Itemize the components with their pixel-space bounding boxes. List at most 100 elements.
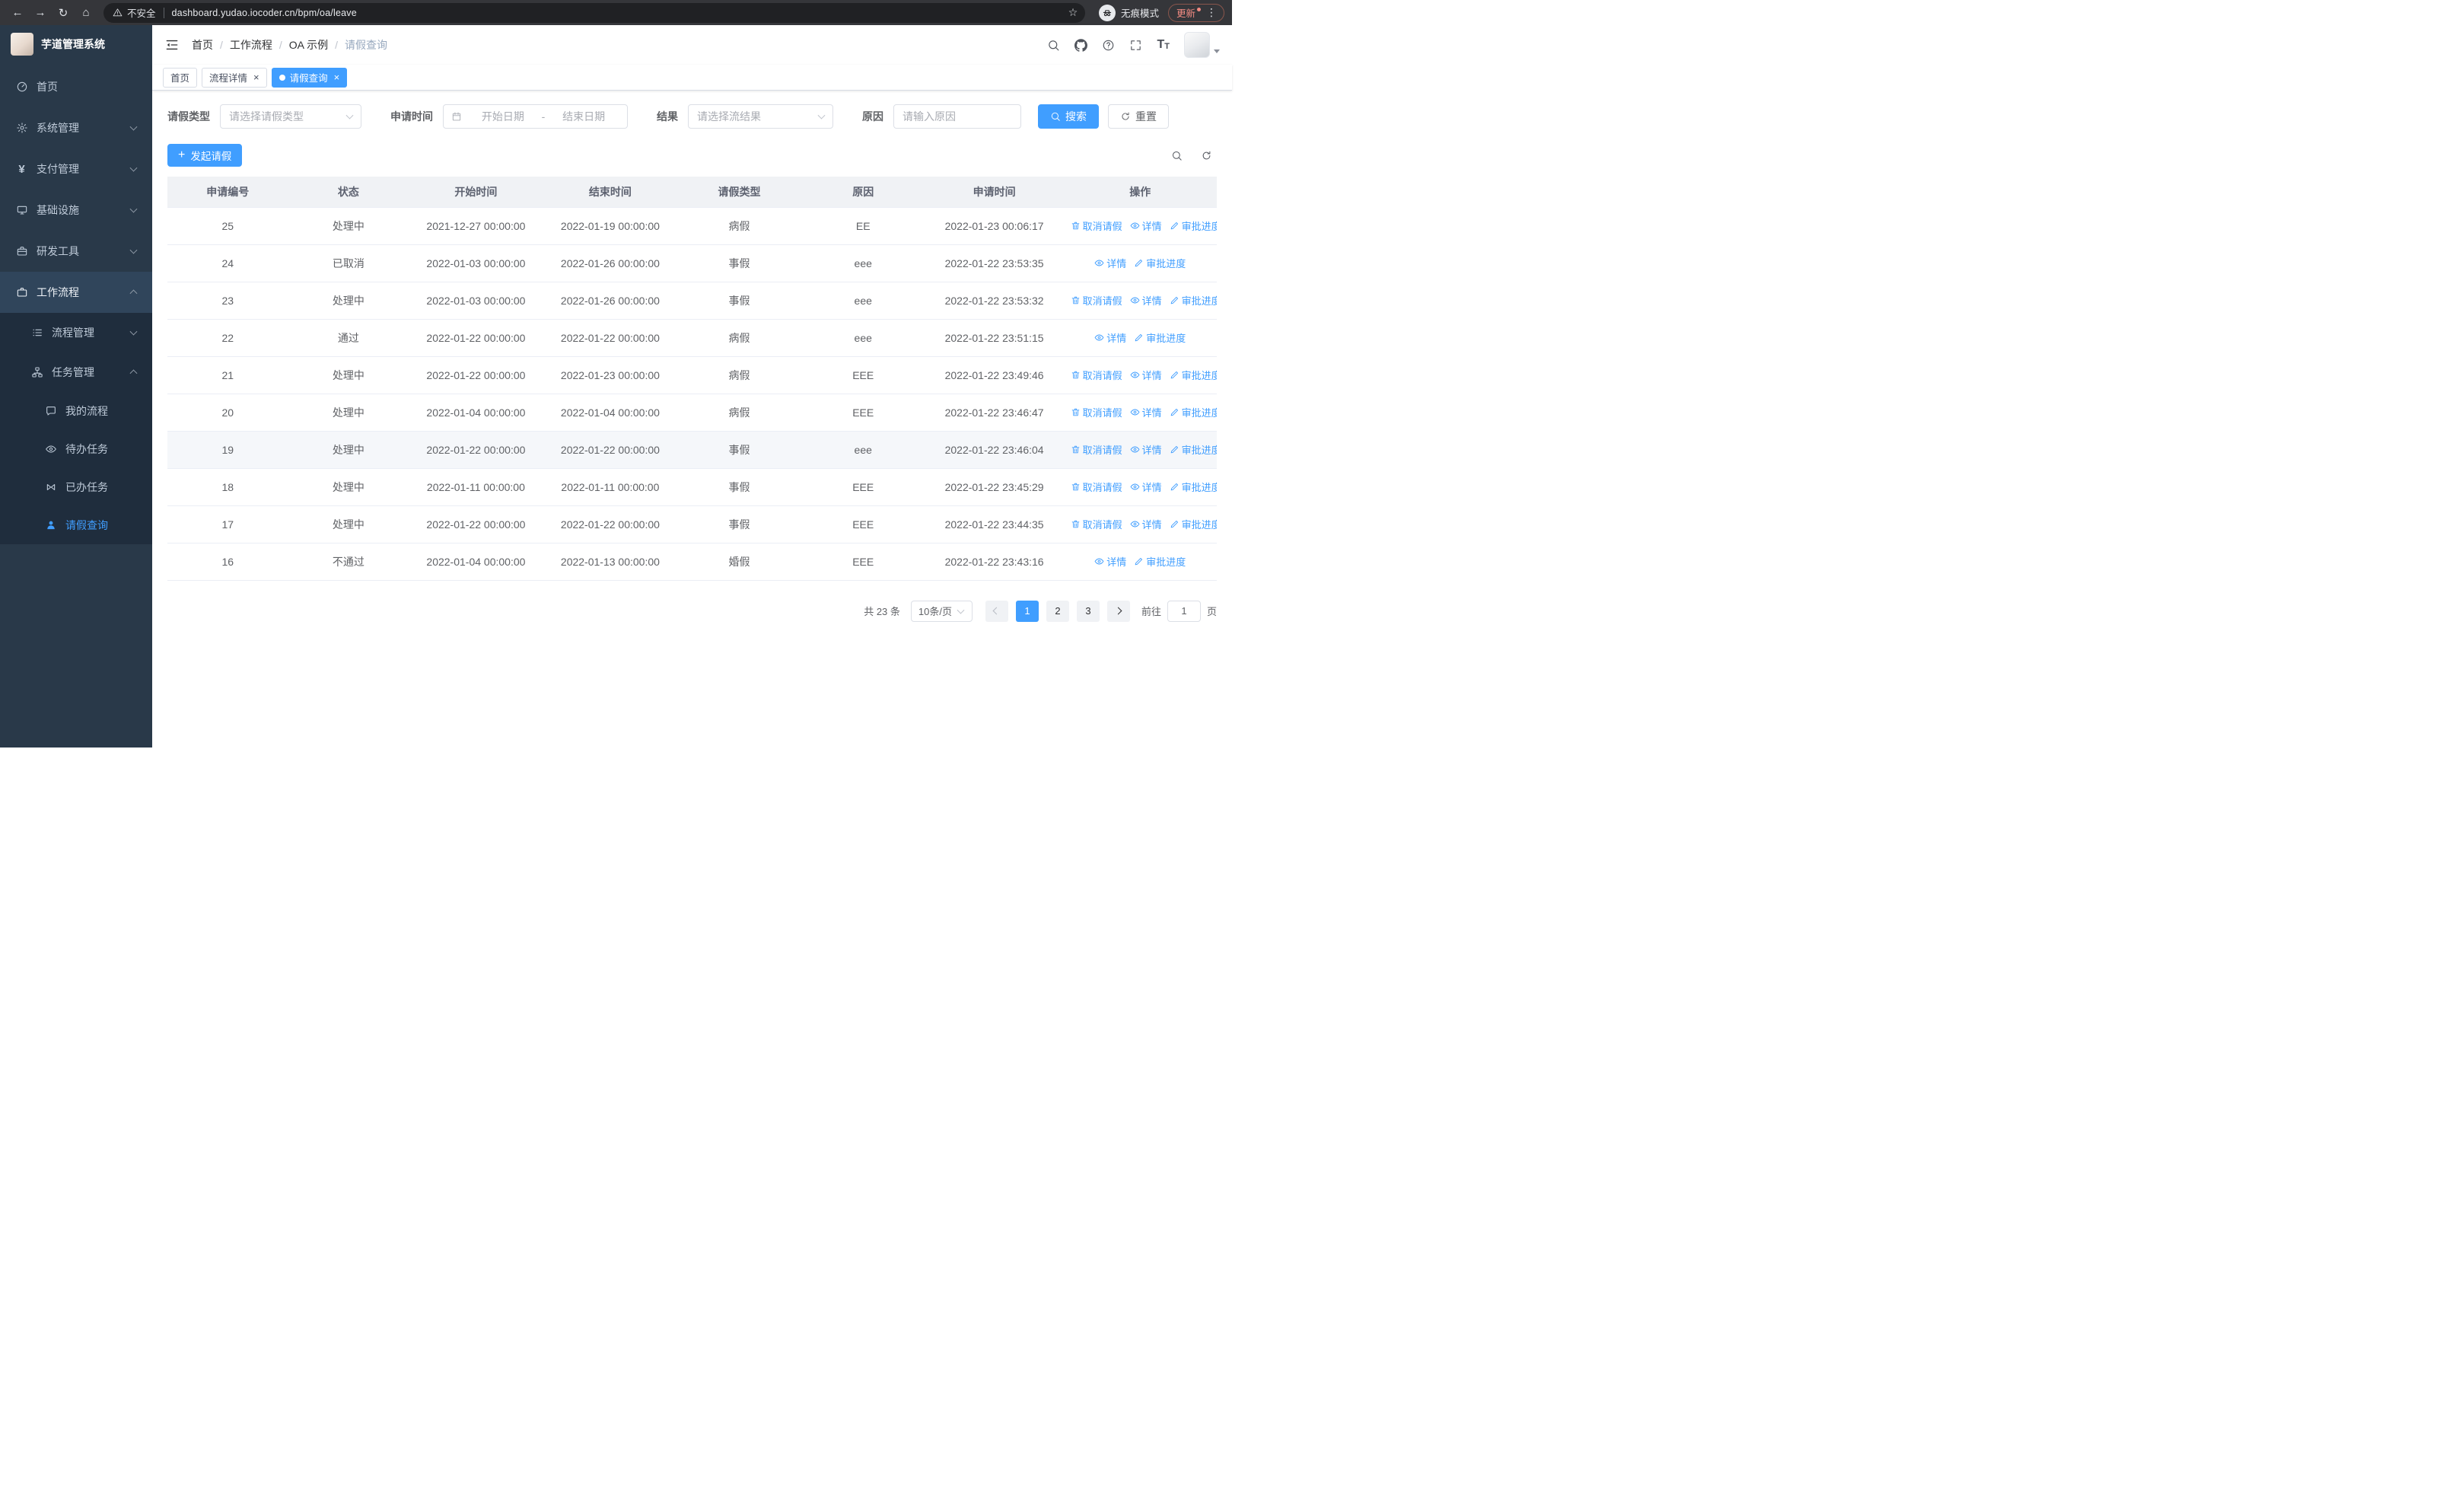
- cell-end: 2022-01-22 00:00:00: [543, 431, 678, 469]
- cell-end: 2022-01-04 00:00:00: [543, 394, 678, 432]
- sidebar-item-process-mgmt[interactable]: 流程管理: [0, 313, 152, 352]
- date-range-picker[interactable]: 开始日期 - 结束日期: [443, 104, 628, 129]
- github-icon[interactable]: [1074, 38, 1088, 52]
- browser-menu-icon[interactable]: ⋮: [1202, 6, 1221, 19]
- cancel-leave-link[interactable]: 取消请假: [1071, 480, 1122, 494]
- bookmark-star-icon[interactable]: ☆: [1064, 4, 1082, 22]
- reason-input[interactable]: [893, 104, 1021, 129]
- cancel-leave-link[interactable]: 取消请假: [1071, 442, 1122, 457]
- page-button-1[interactable]: 1: [1015, 600, 1039, 622]
- sidebar-item-label: 已办任务: [65, 481, 108, 493]
- chevron-up-icon: [129, 289, 138, 298]
- prev-page-button[interactable]: [985, 600, 1008, 622]
- sidebar-item-payment-mgmt[interactable]: ¥ 支付管理: [0, 148, 152, 190]
- reload-icon[interactable]: ↻: [53, 3, 73, 23]
- breadcrumb-item[interactable]: OA 示例: [289, 37, 328, 53]
- cancel-leave-link[interactable]: 取消请假: [1071, 293, 1122, 308]
- result-select[interactable]: 请选择流结果: [688, 104, 833, 129]
- progress-link[interactable]: 审批进度: [1170, 480, 1217, 494]
- action-label: 详情: [1141, 407, 1162, 419]
- sidebar-item-todo-tasks[interactable]: 待办任务: [0, 430, 152, 468]
- page-size-select[interactable]: 10条/页: [910, 600, 973, 622]
- progress-link[interactable]: 审批进度: [1134, 554, 1186, 569]
- action-label: 详情: [1141, 445, 1162, 456]
- progress-link[interactable]: 审批进度: [1170, 293, 1217, 308]
- page-button-3[interactable]: 3: [1076, 600, 1100, 622]
- breadcrumb-item[interactable]: 首页: [192, 37, 213, 53]
- cancel-leave-link[interactable]: 取消请假: [1071, 517, 1122, 531]
- sidebar-item-home[interactable]: 首页: [0, 66, 152, 107]
- cancel-leave-link[interactable]: 取消请假: [1071, 218, 1122, 233]
- home-icon[interactable]: ⌂: [76, 3, 96, 23]
- cell-reason: EE: [801, 207, 925, 245]
- update-dot-icon: [1197, 7, 1201, 11]
- tab-leave-query[interactable]: 请假查询 ×: [271, 67, 348, 88]
- search-button[interactable]: 搜索: [1038, 104, 1099, 129]
- breadcrumb-item[interactable]: 工作流程: [230, 37, 272, 53]
- close-tab-icon[interactable]: ×: [253, 72, 259, 82]
- create-leave-button[interactable]: + 发起请假: [167, 144, 243, 167]
- tab-home[interactable]: 首页: [163, 67, 198, 88]
- close-tab-icon[interactable]: ×: [334, 72, 340, 82]
- detail-link[interactable]: 详情: [1130, 293, 1162, 308]
- sidebar-item-done-tasks[interactable]: 已办任务: [0, 468, 152, 506]
- column-header: 结束时间: [543, 177, 678, 208]
- reset-button[interactable]: 重置: [1108, 104, 1169, 129]
- user-menu[interactable]: [1184, 32, 1220, 58]
- detail-link[interactable]: 详情: [1130, 442, 1162, 457]
- cell-actions: 详情 审批进度: [1063, 319, 1217, 357]
- detail-link[interactable]: 详情: [1130, 480, 1162, 494]
- cancel-leave-link[interactable]: 取消请假: [1071, 368, 1122, 382]
- table-row: 16 不通过 2022-01-04 00:00:00 2022-01-13 00:00…: [167, 543, 1217, 581]
- progress-link[interactable]: 审批进度: [1170, 442, 1217, 457]
- back-icon[interactable]: ←: [8, 3, 27, 23]
- sidebar-collapse-icon[interactable]: [164, 37, 180, 53]
- cell-end: 2022-01-26 00:00:00: [543, 244, 678, 282]
- refresh-table-icon[interactable]: [1201, 150, 1212, 161]
- toggle-search-icon[interactable]: [1171, 150, 1183, 161]
- button-label: 重置: [1135, 110, 1157, 123]
- end-date-placeholder: 结束日期: [562, 110, 606, 123]
- cell-id: 21: [167, 356, 288, 394]
- sidebar-item-task-mgmt[interactable]: 任务管理: [0, 352, 152, 392]
- security-chip[interactable]: 不安全: [113, 5, 156, 20]
- table-row: 20 处理中 2022-01-04 00:00:00 2022-01-04 00:00…: [167, 394, 1217, 432]
- tab-label: 流程详情: [209, 73, 248, 84]
- progress-link[interactable]: 审批进度: [1170, 368, 1217, 382]
- next-page-button[interactable]: [1106, 600, 1130, 622]
- detail-link[interactable]: 详情: [1130, 218, 1162, 233]
- sidebar-item-workflow[interactable]: 工作流程: [0, 272, 152, 313]
- table-row: 23 处理中 2022-01-03 00:00:00 2022-01-26 00:00…: [167, 282, 1217, 320]
- help-icon[interactable]: [1102, 39, 1115, 52]
- detail-link[interactable]: 详情: [1094, 256, 1126, 270]
- search-icon[interactable]: [1047, 39, 1060, 52]
- progress-link[interactable]: 审批进度: [1170, 218, 1217, 233]
- cancel-leave-link[interactable]: 取消请假: [1071, 405, 1122, 419]
- page-button-2[interactable]: 2: [1046, 600, 1069, 622]
- progress-link[interactable]: 审批进度: [1170, 517, 1217, 531]
- progress-link[interactable]: 审批进度: [1170, 405, 1217, 419]
- sidebar-item-leave-query[interactable]: 请假查询: [0, 506, 152, 544]
- leave-type-select[interactable]: 请选择请假类型: [220, 104, 361, 129]
- trash-icon: [1071, 483, 1079, 491]
- detail-link[interactable]: 详情: [1094, 330, 1126, 345]
- font-size-icon[interactable]: TT: [1157, 39, 1170, 51]
- address-bar[interactable]: 不安全 dashboard.yudao.iocoder.cn/bpm/oa/le…: [103, 2, 1085, 23]
- goto-page-input[interactable]: [1167, 600, 1201, 622]
- sidebar-item-infrastructure[interactable]: 基础设施: [0, 190, 152, 231]
- progress-link[interactable]: 审批进度: [1134, 256, 1186, 270]
- cell-applied: 2022-01-22 23:43:16: [925, 543, 1064, 581]
- browser-update-chip[interactable]: 更新 ⋮: [1167, 3, 1224, 22]
- fullscreen-icon[interactable]: [1129, 39, 1142, 52]
- detail-link[interactable]: 详情: [1130, 368, 1162, 382]
- sidebar-item-my-process[interactable]: 我的流程: [0, 392, 152, 430]
- tab-process-detail[interactable]: 流程详情 ×: [202, 67, 267, 88]
- sidebar-item-devtools[interactable]: 研发工具: [0, 231, 152, 272]
- cell-actions: 取消请假 详情 审批进度: [1063, 431, 1217, 469]
- progress-link[interactable]: 审批进度: [1134, 330, 1186, 345]
- detail-link[interactable]: 详情: [1130, 405, 1162, 419]
- detail-link[interactable]: 详情: [1094, 554, 1126, 569]
- detail-link[interactable]: 详情: [1130, 517, 1162, 531]
- sidebar-item-system-mgmt[interactable]: 系统管理: [0, 107, 152, 148]
- forward-icon[interactable]: →: [30, 3, 50, 23]
